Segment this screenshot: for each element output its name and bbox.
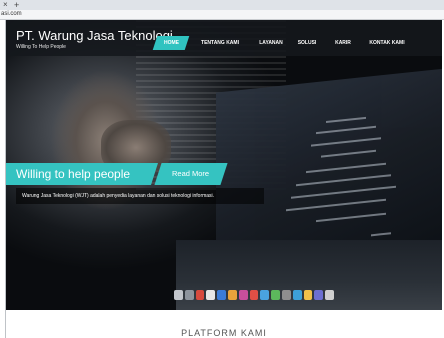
- address-bar[interactable]: asi.com: [0, 10, 444, 20]
- url-text: asi.com: [1, 11, 22, 17]
- code-screen-image: [216, 67, 442, 268]
- nav-item-tentang-kami[interactable]: TENTANG KAMI: [195, 36, 245, 50]
- nav-item-home[interactable]: HOME: [152, 36, 190, 50]
- nav-item-layanan[interactable]: LAYANAN: [251, 36, 291, 50]
- brand-tagline: Willing To Help People: [16, 44, 66, 50]
- new-tab-icon[interactable]: +: [14, 0, 19, 10]
- nav-item-kontak-kami[interactable]: KONTAK KAMI: [363, 36, 411, 50]
- browser-tab-bar: × +: [0, 0, 444, 10]
- hero-slider: PT. Warung Jasa Teknologi Willing To Hel…: [6, 20, 442, 310]
- slide-headline: Willing to help people: [6, 163, 151, 185]
- page-viewport: PT. Warung Jasa Teknologi Willing To Hel…: [5, 20, 442, 338]
- brand-title[interactable]: PT. Warung Jasa Teknologi: [16, 28, 173, 43]
- site-header: PT. Warung Jasa Teknologi Willing To Hel…: [6, 20, 442, 56]
- slide-description: Warung Jasa Teknologi (WJT) adalah penye…: [22, 193, 215, 199]
- section-title: PLATFORM KAMI: [181, 328, 267, 338]
- read-more-button[interactable]: Read More: [154, 163, 228, 185]
- nav-item-solusi[interactable]: SOLUSI: [292, 36, 322, 50]
- app-dock-image: [174, 288, 334, 300]
- close-tab-icon[interactable]: ×: [3, 0, 8, 10]
- nav-item-karir[interactable]: KARIR: [329, 36, 357, 50]
